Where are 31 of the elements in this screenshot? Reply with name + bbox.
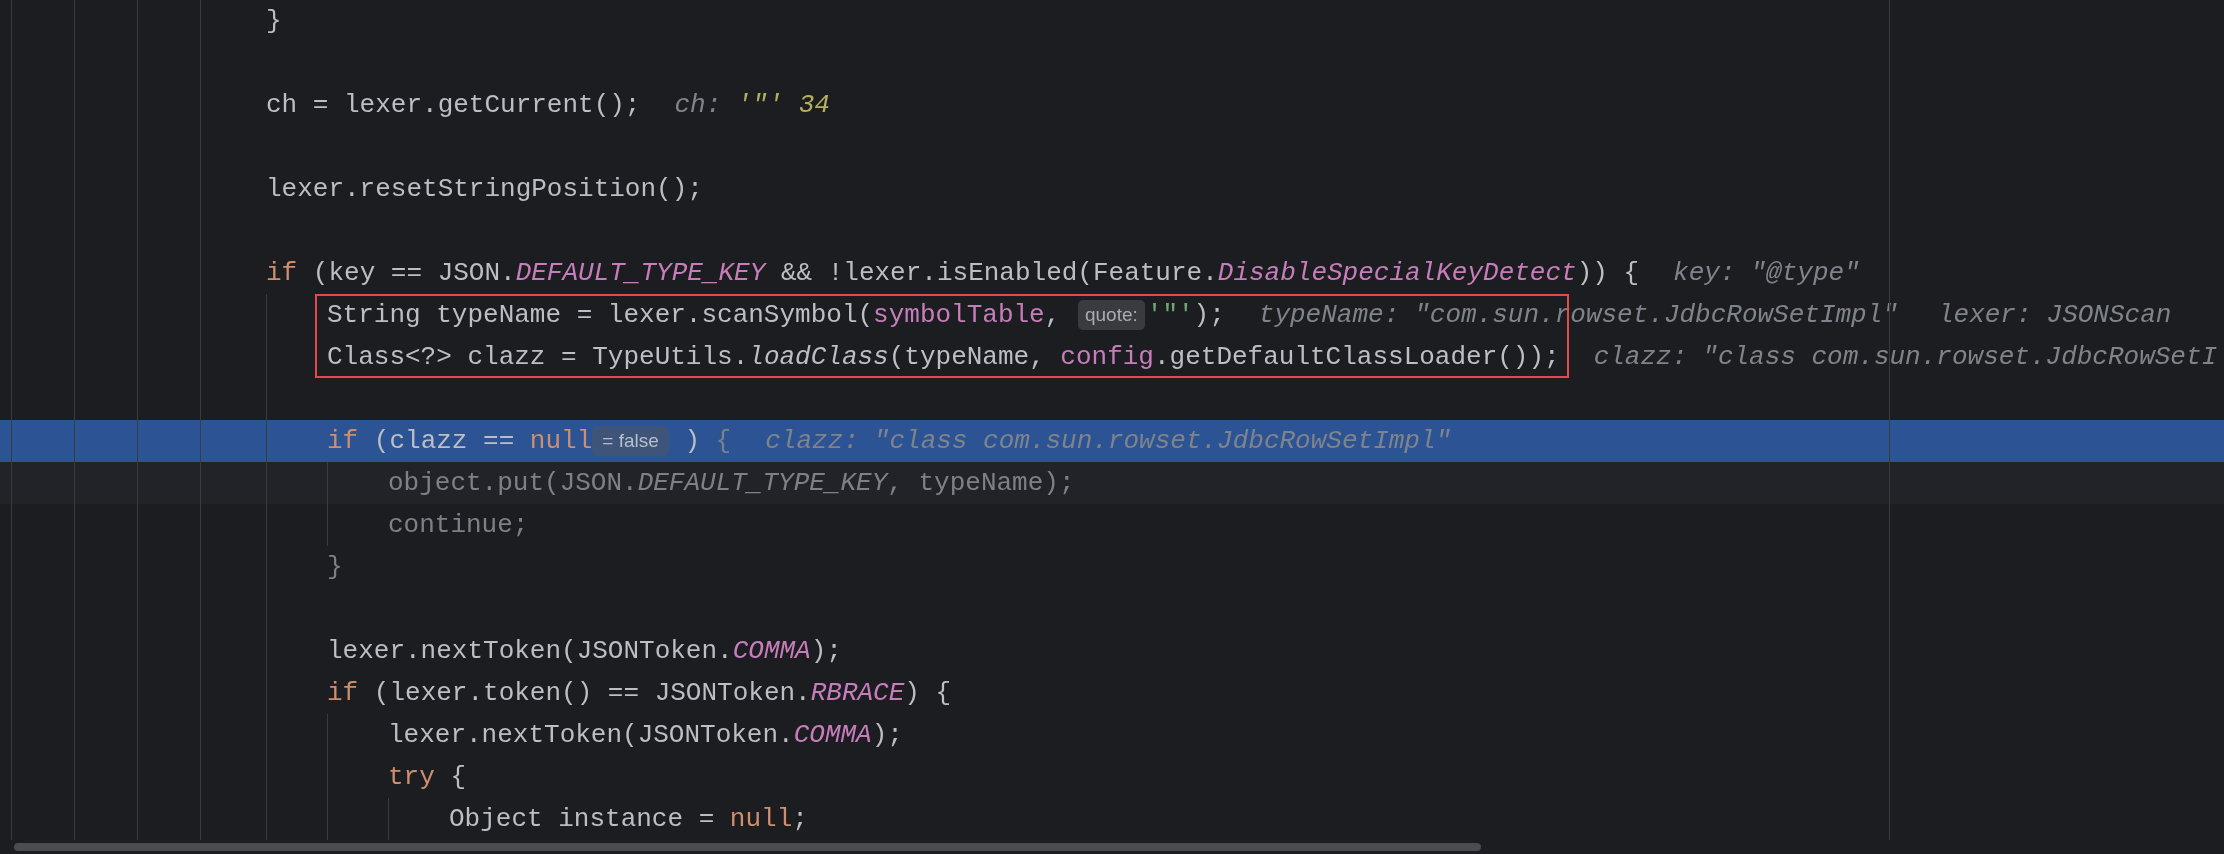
debug-variable-value: "@type"	[1750, 256, 1860, 290]
code-text: String typeName = lexer.scanSymbol(symbolTable,	[327, 298, 1062, 332]
debug-variable-name: ch:	[674, 88, 722, 122]
parameter-hint: quote:	[1077, 299, 1145, 331]
debug-variable-value: "class com.sun.rowset.JdbcRowSetImpl"	[873, 424, 1452, 458]
debug-variable-name: key:	[1673, 256, 1736, 290]
code-text: if (key == JSON.DEFAULT_TYPE_KEY && !lexer.isEnabled(Feature.DisableSpecialKeyDetect)) {	[266, 256, 1640, 290]
code-text: }	[327, 550, 343, 584]
code-text: lexer.nextToken(JSONToken.COMMA);	[388, 718, 903, 752]
code-text: object.put(JSON.DEFAULT_TYPE_KEY, typeName);	[388, 466, 1075, 500]
value-hint: = false	[592, 425, 669, 457]
code-text: Class<?> clazz = TypeUtils.loadClass(typeName, config.getDefaultClassLoader());	[327, 340, 1560, 374]
code-text: '"');	[1146, 298, 1225, 332]
code-text: lexer.resetStringPosition();	[266, 172, 703, 206]
debug-variable-name: typeName:	[1258, 298, 1400, 332]
code-text: if (lexer.token() == JSONToken.RBRACE) {	[327, 676, 952, 710]
code-text: if (clazz == null	[327, 424, 593, 458]
debug-variable-value: "class com.sun.rowset.JdbcRowSetI	[1702, 340, 2218, 374]
code-text: try {	[388, 760, 467, 794]
debug-variable-name: clazz:	[1593, 340, 1688, 374]
code-text: lexer.nextToken(JSONToken.COMMA);	[327, 634, 842, 668]
code-text: ) {	[683, 424, 732, 458]
debug-variable-value: JSONScan	[2046, 298, 2172, 332]
code-text: ch = lexer.getCurrent();	[266, 88, 641, 122]
code-text: Object instance = null;	[449, 802, 808, 836]
debug-variable-value: '"' 34	[736, 88, 830, 122]
code-text: }	[266, 4, 282, 38]
debug-variable-name: clazz:	[765, 424, 859, 458]
scrollbar-thumb[interactable]	[14, 843, 1481, 851]
debug-variable-name: lexer:	[1937, 298, 2032, 332]
code-text: continue;	[388, 508, 529, 542]
